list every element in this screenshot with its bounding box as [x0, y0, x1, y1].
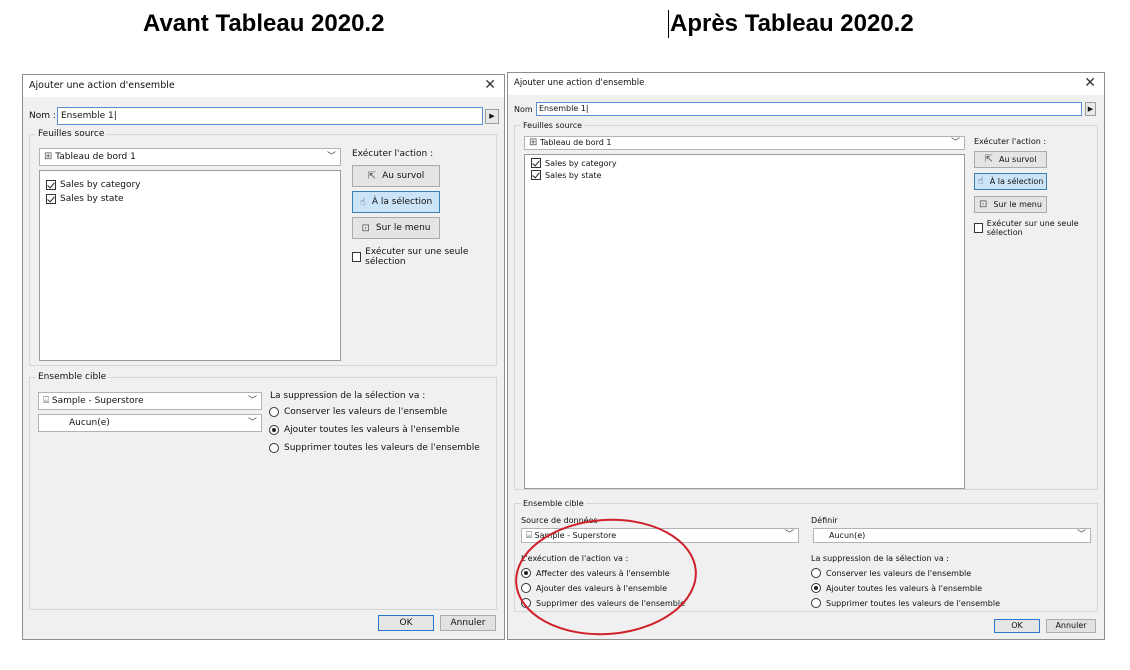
before-header: Avant Tableau 2020.2 — [143, 10, 385, 37]
sheet-row[interactable]: Sales by category — [46, 180, 141, 190]
pointer-icon: ⇱ — [984, 154, 993, 165]
target-set-group: Ensemble cible Source de données ⌸ Sampl… — [514, 499, 1098, 612]
radio[interactable] — [269, 443, 279, 453]
radio[interactable] — [269, 407, 279, 417]
cancel-button[interactable]: Annuler — [440, 615, 496, 631]
run-effect-remove[interactable]: Supprimer des valeurs de l'ensemble — [521, 598, 685, 608]
dialog-after: Ajouter une action d'ensemble ✕ Nom : En… — [507, 72, 1105, 640]
source-sheets-group: Feuilles source ⊞ Tableau de bord 1 ﹀ Sal… — [514, 121, 1098, 490]
radio[interactable] — [521, 598, 531, 608]
run-effect-assign[interactable]: Affecter des valeurs à l'ensemble — [521, 568, 670, 578]
radio[interactable] — [811, 598, 821, 608]
radio[interactable] — [811, 568, 821, 578]
pointer-icon: ⇱ — [367, 170, 377, 182]
name-input[interactable]: Ensemble 1| — [536, 102, 1082, 116]
sheets-list: Sales by category Sales by state — [524, 154, 965, 489]
chevron-down-icon: ﹀ — [1076, 530, 1086, 540]
dialog-title: Ajouter une action d'ensemble — [514, 78, 645, 88]
datasource-select[interactable]: ⌸ Sample - Superstore ﹀ — [521, 528, 799, 543]
radio[interactable] — [521, 583, 531, 593]
chevron-down-icon: ﹀ — [950, 138, 960, 148]
after-header: Après Tableau 2020.2 — [668, 10, 914, 38]
define-label: Définir — [811, 516, 838, 525]
sheet-row[interactable]: Sales by state — [531, 170, 601, 180]
checkbox[interactable] — [46, 194, 56, 204]
menu-action-button[interactable]: ⊡ Sur le menu — [352, 217, 440, 239]
dashboard-icon: ⊞ — [529, 137, 538, 148]
source-sheets-label: Feuilles source — [521, 121, 585, 130]
chevron-down-icon: ﹀ — [326, 152, 336, 162]
clear-option-remove-all[interactable]: Supprimer toutes les valeurs de l'ensemb… — [269, 443, 480, 453]
source-sheets-group: Feuilles source ⊞ Tableau de bord 1 ﹀ Sal… — [29, 129, 497, 366]
menu-pointer-icon: ⊡ — [979, 199, 988, 210]
close-icon[interactable]: ✕ — [484, 77, 496, 93]
run-effect-label: L'exécution de l'action va : — [521, 554, 629, 563]
set-select[interactable]: Aucun(e) ﹀ — [38, 414, 262, 432]
close-icon[interactable]: ✕ — [1084, 75, 1096, 91]
clear-option-keep[interactable]: Conserver les valeurs de l'ensemble — [269, 407, 447, 417]
checkbox[interactable] — [352, 252, 362, 262]
ok-button[interactable]: OK — [378, 615, 434, 631]
dialog-titlebar: Ajouter une action d'ensemble ✕ — [23, 75, 504, 97]
menu-pointer-icon: ⊡ — [361, 222, 370, 234]
run-effect-add[interactable]: Ajouter des valeurs à l'ensemble — [521, 583, 667, 593]
checkbox[interactable] — [531, 170, 541, 180]
name-input[interactable]: Ensemble 1| — [57, 107, 483, 125]
datasource-select[interactable]: ⌸ Sample - Superstore ﹀ — [38, 392, 262, 410]
dashboard-icon: ⊞ — [44, 151, 53, 162]
clear-selection-label: La suppression de la sélection va : — [811, 554, 949, 563]
chevron-down-icon: ﹀ — [784, 530, 794, 540]
name-menu-button[interactable]: ▶ — [485, 109, 499, 124]
dialog-title: Ajouter une action d'ensemble — [29, 80, 175, 91]
sheet-row[interactable]: Sales by state — [46, 194, 124, 204]
clear-option-add-all[interactable]: Ajouter toutes les valeurs à l'ensemble — [269, 425, 460, 435]
sheet-row[interactable]: Sales by category — [531, 158, 617, 168]
checkbox[interactable] — [974, 223, 983, 233]
radio[interactable] — [521, 568, 531, 578]
dashboard-select[interactable]: ⊞ Tableau de bord 1 ﹀ — [524, 136, 965, 150]
target-set-label: Ensemble cible — [36, 372, 109, 382]
run-action-label: Exécuter l'action : — [352, 149, 434, 159]
radio[interactable] — [811, 583, 821, 593]
radio[interactable] — [269, 425, 279, 435]
select-action-button[interactable]: ☝ À la sélection — [974, 173, 1047, 190]
set-select[interactable]: Aucun(e) ﹀ — [813, 528, 1091, 543]
run-action-label: Exécuter l'action : — [974, 137, 1047, 146]
select-action-button[interactable]: ☝ À la sélection — [352, 191, 440, 213]
single-select-option[interactable]: Exécuter sur une seule sélection — [352, 247, 496, 267]
menu-action-button[interactable]: ⊡ Sur le menu — [974, 196, 1047, 213]
clear-option-add-all[interactable]: Ajouter toutes les valeurs à l'ensemble — [811, 583, 982, 593]
hover-action-button[interactable]: ⇱ Au survol — [974, 151, 1047, 168]
dialog-body: Nom : Ensemble 1| ▶ Feuilles source ⊞ Ta… — [508, 95, 1104, 639]
single-select-option[interactable]: Exécuter sur une seule sélection — [974, 219, 1097, 237]
dialog-body: Nom : Ensemble 1| ▶ Feuilles source ⊞ Ta… — [23, 97, 504, 639]
name-label: Nom : — [29, 111, 56, 121]
name-menu-button[interactable]: ▶ — [1085, 102, 1096, 116]
hand-pointer-icon: ☝ — [977, 176, 984, 187]
dialog-before: Ajouter une action d'ensemble ✕ Nom : En… — [22, 74, 505, 640]
dialog-titlebar: Ajouter une action d'ensemble ✕ — [508, 73, 1104, 95]
chevron-down-icon: ﹀ — [247, 418, 257, 428]
hover-action-button[interactable]: ⇱ Au survol — [352, 165, 440, 187]
hand-pointer-icon: ☝ — [359, 196, 366, 208]
checkbox[interactable] — [531, 158, 541, 168]
clear-option-keep[interactable]: Conserver les valeurs de l'ensemble — [811, 568, 971, 578]
chevron-down-icon: ﹀ — [247, 396, 257, 406]
clear-option-remove-all[interactable]: Supprimer toutes les valeurs de l'ensemb… — [811, 598, 1000, 608]
datasource-label: Source de données — [521, 516, 598, 525]
name-label: Nom : — [514, 105, 538, 114]
target-set-group: Ensemble cible ⌸ Sample - Superstore ﹀ Au… — [29, 372, 497, 610]
checkbox[interactable] — [46, 180, 56, 190]
database-icon: ⌸ — [43, 395, 49, 406]
sheets-list: Sales by category Sales by state — [39, 170, 341, 361]
ok-button[interactable]: OK — [994, 619, 1040, 633]
dashboard-select[interactable]: ⊞ Tableau de bord 1 ﹀ — [39, 148, 341, 166]
clear-selection-label: La suppression de la sélection va : — [270, 391, 426, 401]
database-icon: ⌸ — [526, 530, 532, 541]
cancel-button[interactable]: Annuler — [1046, 619, 1096, 633]
target-set-label: Ensemble cible — [521, 499, 586, 508]
source-sheets-label: Feuilles source — [36, 129, 107, 139]
